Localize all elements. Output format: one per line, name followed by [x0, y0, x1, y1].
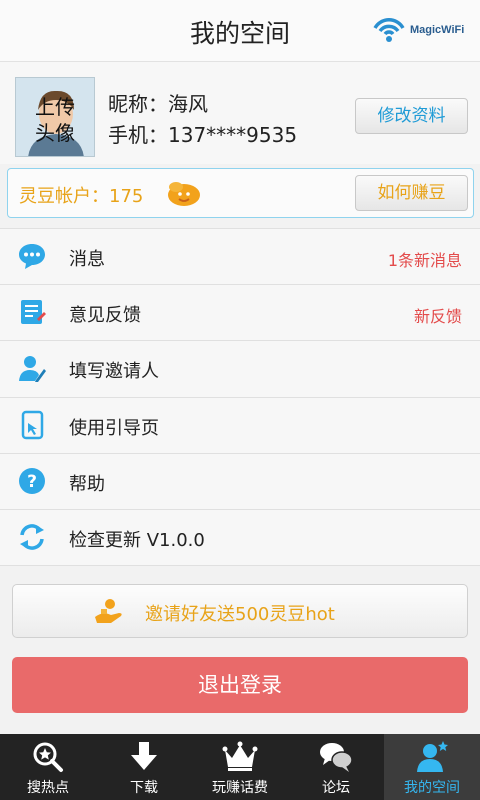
brand-name: MagicWiFi	[410, 24, 465, 36]
bean-mascot-icon	[168, 182, 200, 206]
my-space-person-icon	[417, 741, 448, 772]
guide-page-icon	[21, 410, 44, 439]
how-to-earn-button[interactable]: 如何赚豆	[355, 175, 468, 211]
avatar-text-line1: 上传	[35, 95, 75, 119]
tab-label-search-hotspot: 搜热点	[27, 780, 69, 796]
message-bubble-icon	[19, 244, 45, 269]
logout-button[interactable]: 退出登录	[12, 657, 468, 713]
edit-profile-button[interactable]: 修改资料	[355, 98, 468, 134]
tab-label-forum: 论坛	[322, 780, 350, 796]
menu-label-messages: 消息	[69, 249, 105, 270]
phone-text: 手机：137****9535	[108, 123, 298, 147]
menu-item-inviter[interactable]: 填写邀请人	[0, 341, 480, 398]
menu-label-help: 帮助	[69, 473, 105, 495]
tab-label-earn-credit: 玩赚话费	[212, 780, 268, 796]
menu-item-feedback[interactable]: 意见反馈 新反馈	[0, 285, 480, 342]
menu-item-guide[interactable]: 使用引导页	[0, 398, 480, 454]
beans-account-bar: 灵豆帐户：175 如何赚豆	[7, 168, 474, 218]
menu-list: 消息 1条新消息 意见反馈 新反馈 填写邀请人 使用引导页 ? 帮助 检查更新 …	[0, 228, 480, 567]
help-question-icon: ?	[19, 467, 45, 494]
menu-label-update: 检查更新 V1.0.0	[69, 529, 205, 551]
invite-friends-label: 邀请好友送500灵豆hot	[145, 604, 335, 625]
menu-item-messages[interactable]: 消息 1条新消息	[0, 229, 480, 286]
brand-logo: MagicWiFi	[372, 14, 472, 46]
feedback-note-icon	[21, 300, 46, 325]
search-hotspot-icon	[33, 742, 63, 772]
tab-earn-credit[interactable]: 玩赚话费	[192, 734, 288, 800]
crown-icon	[222, 741, 258, 771]
download-arrow-icon	[131, 742, 157, 770]
menu-label-guide: 使用引导页	[69, 417, 159, 439]
invite-friends-button[interactable]: 邀请好友送500灵豆hot	[12, 584, 468, 638]
menu-label-feedback: 意见反馈	[69, 305, 141, 327]
gift-hand-icon	[95, 599, 122, 623]
tab-label-download: 下载	[130, 780, 158, 796]
avatar-upload-label: 上传 头像	[16, 94, 94, 146]
bottom-tab-bar: 搜热点 下载 玩赚话费 论坛 我的空间	[0, 734, 480, 800]
menu-item-help[interactable]: ? 帮助	[0, 454, 480, 510]
top-header: 我的空间 MagicWiFi	[0, 0, 480, 62]
wifi-logo-icon	[373, 18, 405, 42]
svg-text:?: ?	[27, 472, 37, 492]
inviter-person-icon	[19, 356, 46, 383]
profile-section: 上传 头像 昵称：海风 手机：137****9535 修改资料	[0, 62, 480, 164]
tab-my-space[interactable]: 我的空间	[384, 734, 480, 800]
refresh-update-icon	[20, 524, 44, 550]
forum-bubbles-icon	[320, 743, 353, 772]
new-feedback-status: 新反馈	[413, 307, 462, 327]
avatar-upload[interactable]: 上传 头像	[15, 77, 95, 157]
beans-balance-text: 灵豆帐户：175	[19, 186, 144, 207]
menu-label-inviter: 填写邀请人	[69, 361, 159, 383]
avatar-text-line2: 头像	[35, 121, 75, 145]
tab-download[interactable]: 下载	[96, 734, 192, 800]
nickname-text: 昵称：海风	[108, 92, 208, 116]
tab-search-hotspot[interactable]: 搜热点	[0, 734, 96, 800]
tab-label-my-space: 我的空间	[404, 780, 460, 796]
new-messages-status: 1条新消息	[387, 251, 462, 270]
tab-forum[interactable]: 论坛	[288, 734, 384, 800]
menu-item-update[interactable]: 检查更新 V1.0.0	[0, 510, 480, 567]
